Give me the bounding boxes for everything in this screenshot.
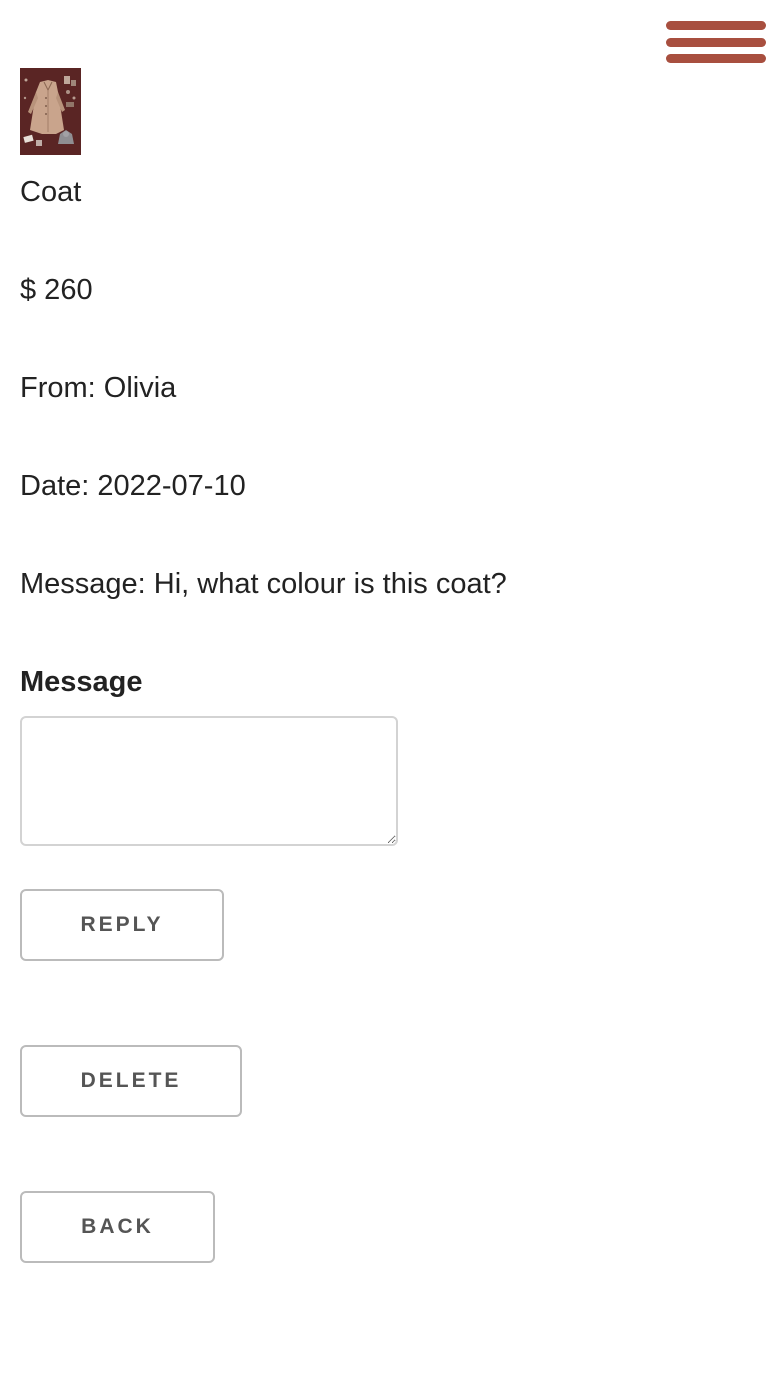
delete-button[interactable]: DELETE: [20, 1045, 242, 1117]
reply-message-label: Message: [20, 666, 143, 698]
message-date: Date: 2022-07-10: [20, 470, 246, 502]
item-title: Coat: [20, 176, 82, 208]
reply-button[interactable]: REPLY: [20, 889, 224, 961]
menu-bar-top: [666, 21, 766, 30]
hamburger-menu-icon[interactable]: [666, 20, 766, 64]
coat-illustration-icon: [20, 68, 81, 155]
message-sender: From: Olivia: [20, 372, 177, 404]
product-thumbnail: [20, 68, 81, 155]
menu-bar-bottom: [666, 54, 766, 63]
back-button[interactable]: BACK: [20, 1191, 215, 1263]
item-price: $ 260: [20, 274, 93, 306]
message-text: Message: Hi, what colour is this coat?: [20, 568, 507, 600]
reply-message-input[interactable]: [20, 716, 398, 846]
menu-bar-middle: [666, 38, 766, 47]
